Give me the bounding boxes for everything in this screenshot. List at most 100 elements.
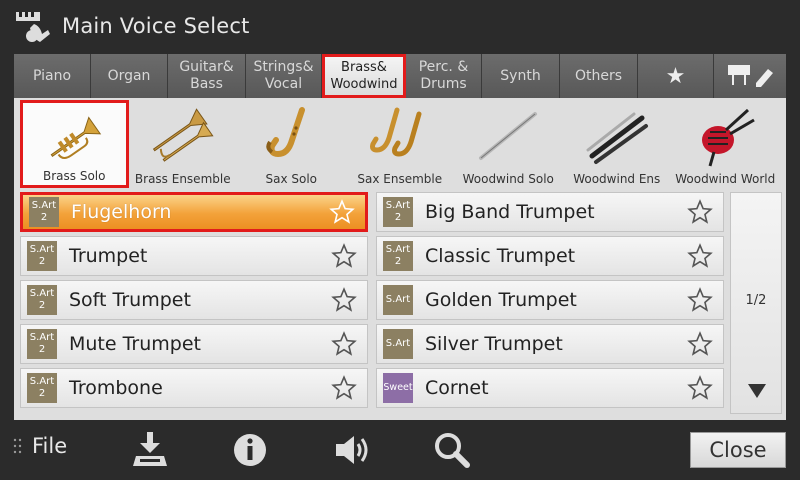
sart2-badge: S.Art 2	[29, 197, 59, 227]
voice-item-mute-trumpet[interactable]: S.Art 2 Mute Trumpet	[20, 324, 368, 364]
tab-label: Perc. & Drums	[418, 59, 469, 92]
close-button[interactable]: Close	[690, 432, 786, 468]
voice-item-silver-trumpet[interactable]: S.Art Silver Trumpet	[376, 324, 724, 364]
voice-name: Flugelhorn	[71, 201, 172, 223]
voice-name: Trumpet	[69, 245, 148, 267]
favorite-star-icon[interactable]	[687, 331, 713, 357]
favorite-star-icon[interactable]	[331, 375, 357, 401]
subcat-label: Woodwind Ens	[573, 172, 661, 186]
subcat-woodwind-solo[interactable]: Woodwind Solo	[454, 100, 563, 188]
page-title: Main Voice Select	[62, 14, 250, 38]
tab-label: Others	[574, 67, 623, 84]
favorite-star-icon[interactable]	[331, 243, 357, 269]
tab-piano[interactable]: Piano	[14, 54, 91, 98]
title-bar: Main Voice Select	[0, 0, 800, 52]
voice-name: Big Band Trumpet	[425, 201, 595, 223]
favorite-star-icon[interactable]	[331, 331, 357, 357]
tab-guitar-bass[interactable]: Guitar& Bass	[168, 54, 246, 98]
brass-ensemble-icon	[152, 108, 214, 162]
voice-item-flugelhorn[interactable]: S.Art 2 Flugelhorn	[20, 192, 368, 232]
subcat-woodwind-ens[interactable]: Woodwind Ens	[563, 100, 672, 188]
tab-label: Piano	[32, 67, 72, 84]
favorite-star-icon[interactable]	[687, 375, 713, 401]
subcat-woodwind-world[interactable]: Woodwind World	[671, 100, 780, 188]
voice-item-cornet[interactable]: Sweet Cornet	[376, 368, 724, 408]
voice-name: Mute Trumpet	[69, 333, 201, 355]
voice-item-soft-trumpet[interactable]: S.Art 2 Soft Trumpet	[20, 280, 368, 320]
tab-perc-drums[interactable]: Perc. & Drums	[406, 54, 482, 98]
search-icon[interactable]	[432, 430, 472, 470]
sart2-badge: S.Art 2	[27, 285, 57, 315]
favorite-star-icon[interactable]	[687, 199, 713, 225]
sart2-badge: S.Art 2	[27, 373, 57, 403]
voice-item-classic-trumpet[interactable]: S.Art 2 Classic Trumpet	[376, 236, 724, 276]
subcat-label: Brass Solo	[43, 169, 106, 183]
drag-handle-icon	[13, 438, 22, 454]
save-download-icon[interactable]	[132, 430, 168, 470]
woodwind-ensemble-icon	[586, 112, 648, 164]
page-scroller[interactable]: 1/2	[730, 192, 782, 414]
subcat-brass-solo[interactable]: Brass Solo	[20, 100, 129, 188]
tab-piano-edit[interactable]	[714, 54, 786, 98]
favorite-star-icon[interactable]	[331, 287, 357, 313]
favorite-star-icon: ★	[665, 63, 686, 89]
sart2-badge: S.Art 2	[383, 197, 413, 227]
voice-list: S.Art 2 Flugelhorn S.Art 2 Big Band Trum…	[20, 192, 724, 414]
voice-item-trombone[interactable]: S.Art 2 Trombone	[20, 368, 368, 408]
bagpipe-icon	[702, 108, 756, 167]
subcat-label: Woodwind World	[675, 172, 776, 186]
tab-organ[interactable]: Organ	[91, 54, 168, 98]
trumpet-icon	[50, 116, 102, 159]
voice-item-golden-trumpet[interactable]: S.Art Golden Trumpet	[376, 280, 724, 320]
subcat-label: Sax Ensemble	[357, 172, 443, 186]
tab-brass-woodwind[interactable]: Brass& Woodwind	[322, 54, 406, 98]
file-button[interactable]: File	[12, 434, 67, 458]
subcategory-bar: Brass Solo Brass Ensemble Sax Solo Sax E…	[20, 100, 780, 188]
voice-name: Cornet	[425, 377, 489, 399]
sart-badge: S.Art	[383, 329, 413, 359]
subcat-brass-ensemble[interactable]: Brass Ensemble	[129, 100, 238, 188]
voice-name: Golden Trumpet	[425, 289, 577, 311]
voice-name: Trombone	[69, 377, 163, 399]
sart-badge: S.Art	[383, 285, 413, 315]
category-tabs: Piano Organ Guitar& Bass Strings& Vocal …	[14, 54, 786, 98]
subcat-label: Woodwind Solo	[462, 172, 554, 186]
triangle-down-icon[interactable]	[747, 383, 767, 399]
sart2-badge: S.Art 2	[27, 241, 57, 271]
subcat-sax-solo[interactable]: Sax Solo	[237, 100, 346, 188]
tab-others[interactable]: Others	[560, 54, 638, 98]
tab-label: Organ	[107, 67, 151, 84]
voice-item-big-band-trumpet[interactable]: S.Art 2 Big Band Trumpet	[376, 192, 724, 232]
subcat-sax-ensemble[interactable]: Sax Ensemble	[346, 100, 455, 188]
sweet-badge: Sweet	[383, 373, 413, 403]
voice-panel: Brass Solo Brass Ensemble Sax Solo Sax E…	[14, 98, 786, 420]
tab-strings-vocal[interactable]: Strings& Vocal	[246, 54, 322, 98]
sax-ensemble-icon	[369, 107, 422, 157]
voice-name: Silver Trumpet	[425, 333, 563, 355]
voice-name: Classic Trumpet	[425, 245, 576, 267]
subcat-label: Sax Solo	[265, 172, 318, 186]
tab-synth[interactable]: Synth	[482, 54, 560, 98]
favorite-star-icon[interactable]	[687, 243, 713, 269]
tab-favorite[interactable]: ★	[638, 54, 714, 98]
saxophone-icon	[266, 107, 306, 158]
tab-label: Strings& Vocal	[253, 59, 314, 92]
speaker-volume-icon[interactable]	[332, 430, 372, 470]
info-icon[interactable]	[232, 430, 268, 470]
bottom-toolbar: File Close	[0, 420, 800, 480]
tab-label: Synth	[500, 67, 541, 84]
close-label: Close	[709, 438, 767, 462]
subcat-label: Brass Ensemble	[134, 172, 231, 186]
page-indicator: 1/2	[745, 293, 767, 308]
favorite-star-icon[interactable]	[329, 199, 355, 225]
flute-icon	[479, 112, 538, 160]
voice-item-trumpet[interactable]: S.Art 2 Trumpet	[20, 236, 368, 276]
favorite-star-icon[interactable]	[687, 287, 713, 313]
voice-name: Soft Trumpet	[69, 289, 191, 311]
tab-label: Guitar& Bass	[179, 59, 234, 92]
tab-label: Brass& Woodwind	[330, 60, 398, 92]
voice-app-icon	[16, 12, 50, 42]
sart2-badge: S.Art 2	[27, 329, 57, 359]
piano-edit-icon	[728, 65, 773, 87]
sart2-badge: S.Art 2	[383, 241, 413, 271]
